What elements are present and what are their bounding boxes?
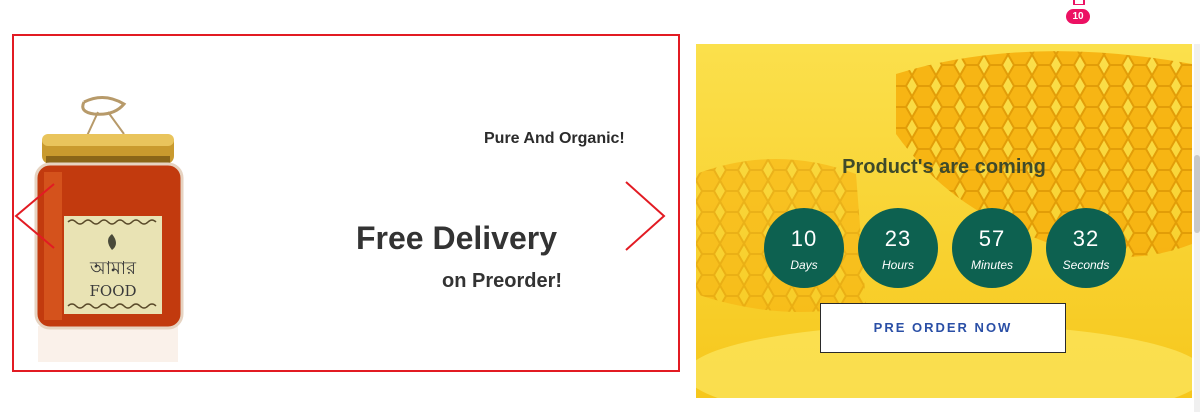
cart-count-badge: 10	[1066, 9, 1090, 24]
chevron-left-icon	[14, 183, 55, 249]
hero-slider: আমার FOOD Pure And Organic! Free Deliver…	[12, 34, 680, 372]
countdown-promo: Product's are coming 10 Days 23 Hours 57…	[696, 44, 1192, 398]
jar-label-text-2: FOOD	[89, 282, 136, 300]
countdown-seconds: 32 Seconds	[1046, 208, 1126, 288]
countdown-unit-label: Minutes	[970, 258, 1014, 272]
slider-prev-arrow[interactable]	[14, 176, 64, 256]
countdown-minutes: 57 Minutes	[952, 208, 1032, 288]
chevron-right-icon	[625, 181, 666, 251]
countdown-timer: 10 Days 23 Hours 57 Minutes 32 Seconds	[764, 208, 1126, 290]
slide-subline: on Preorder!	[442, 270, 563, 292]
countdown-unit-label: Days	[790, 258, 818, 272]
page-scrollbar-thumb[interactable]	[1194, 155, 1200, 233]
countdown-unit-label: Hours	[881, 258, 914, 272]
slide-headline: Free Delivery	[356, 220, 558, 256]
countdown-hours: 23 Hours	[858, 208, 938, 288]
slide-tagline: Pure And Organic!	[484, 130, 625, 147]
countdown-value: 23	[884, 226, 912, 251]
slider-next-arrow[interactable]	[620, 176, 670, 256]
pre-order-button[interactable]: PRE ORDER NOW	[820, 303, 1066, 353]
countdown-value: 32	[1072, 226, 1100, 251]
cart-icon[interactable]	[1070, 0, 1086, 5]
countdown-value: 57	[978, 226, 1006, 251]
countdown-days: 10 Days	[764, 208, 844, 288]
countdown-unit-label: Seconds	[1062, 258, 1110, 272]
jar-label-text-1: আমার	[89, 258, 137, 279]
countdown-title: Product's are coming	[842, 156, 1046, 178]
countdown-value: 10	[790, 226, 818, 251]
